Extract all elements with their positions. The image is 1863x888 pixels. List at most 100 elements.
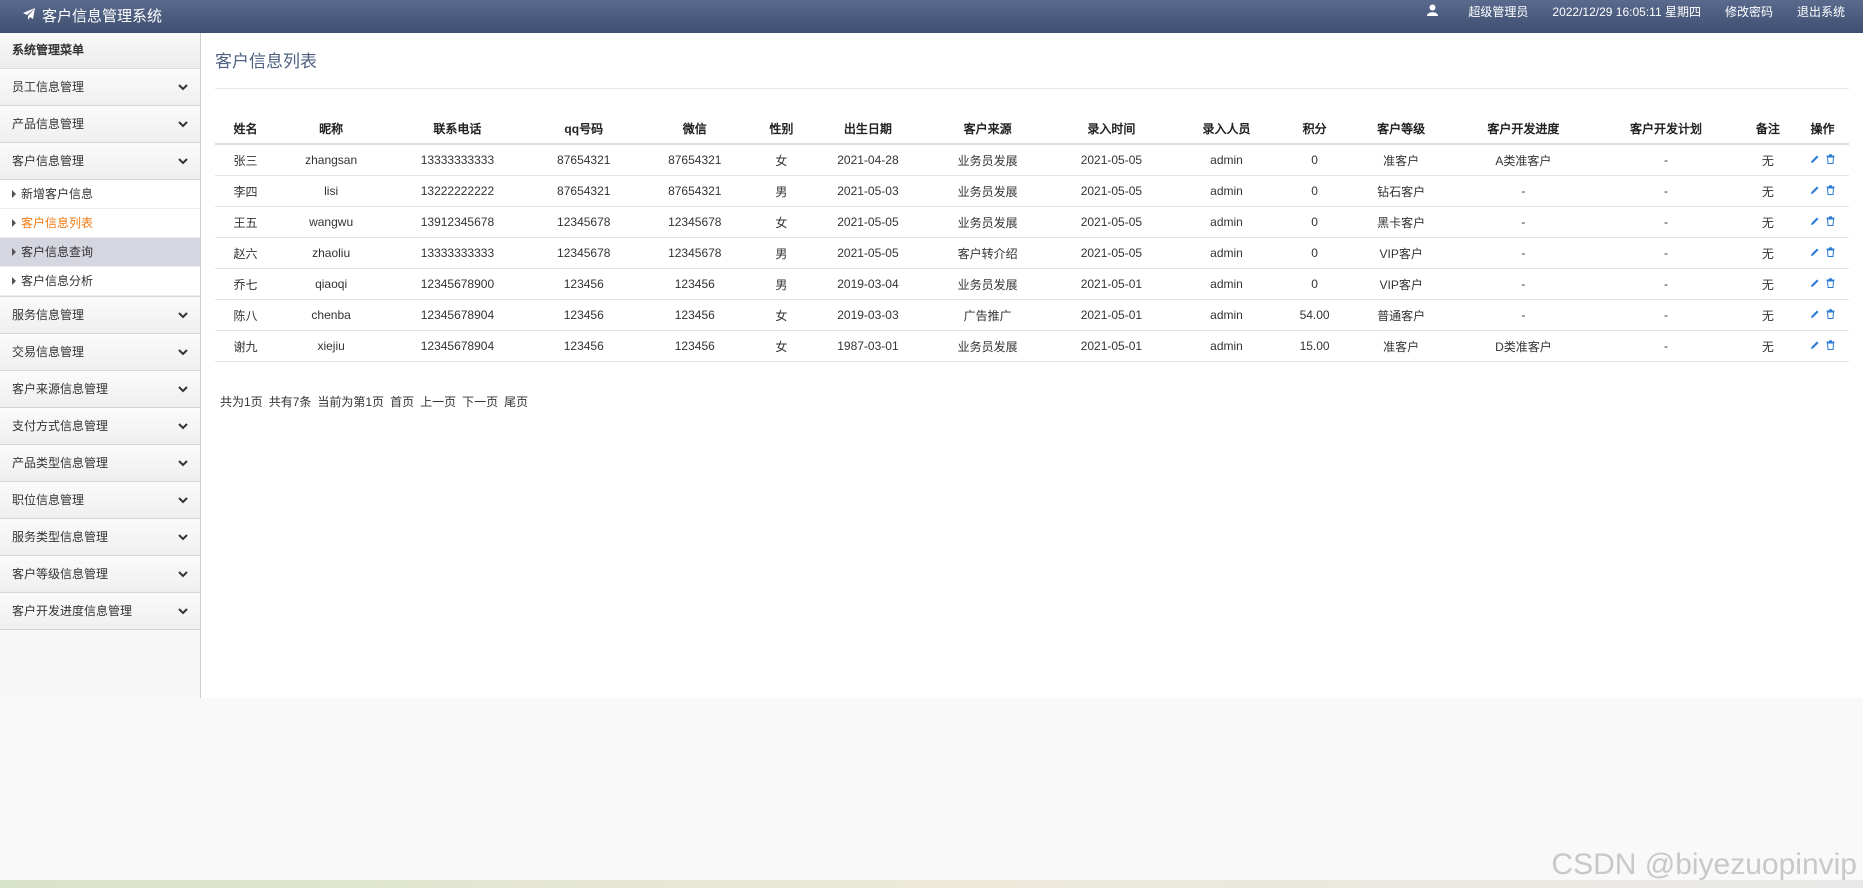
pencil-icon[interactable] (1810, 153, 1820, 167)
table-cell: 12345678904 (386, 330, 529, 362)
table-cell: - (1454, 175, 1593, 207)
submenu-customer-query[interactable]: 客户信息查询 (0, 238, 200, 267)
pager-first-link[interactable]: 首页 (390, 393, 414, 410)
current-datetime: 2022/12/29 16:05:11 星期四 (1552, 5, 1701, 19)
pager-next-link[interactable]: 下一页 (462, 393, 498, 410)
submenu-customer-analysis[interactable]: 客户信息分析 (0, 267, 200, 296)
table-cell: admin (1171, 144, 1282, 176)
caret-right-icon (12, 190, 16, 198)
table-cell: chenba (276, 299, 387, 331)
table-cell: zhaoliu (276, 237, 387, 269)
trash-icon[interactable] (1826, 153, 1835, 167)
chevron-down-icon (178, 69, 188, 105)
pencil-icon[interactable] (1810, 184, 1820, 198)
table-cell: admin (1171, 268, 1282, 300)
app-brand: 客户信息管理系统 (22, 0, 162, 33)
menu-product[interactable]: 产品信息管理 (0, 106, 200, 143)
pencil-icon[interactable] (1810, 246, 1820, 260)
table-cell: admin (1171, 237, 1282, 269)
menu-product-type[interactable]: 产品类型信息管理 (0, 445, 200, 482)
column-header: 性别 (750, 113, 812, 145)
table-cell: 2021-05-01 (1051, 268, 1172, 300)
submenu-customer-list[interactable]: 客户信息列表 (0, 209, 200, 238)
table-cell: 业务员发展 (923, 268, 1052, 300)
submenu-add-customer[interactable]: 新增客户信息 (0, 180, 200, 209)
table-cell: admin (1171, 299, 1282, 331)
table-header-row: 姓名 昵称 联系电话 qq号码 微信 性别 出生日期 客户来源 录入时间 录入人员 积分 客户等级 客户… (215, 113, 1849, 145)
trash-icon[interactable] (1826, 339, 1835, 353)
column-header: 录入时间 (1051, 113, 1172, 145)
table-cell: 13333333333 (386, 237, 529, 269)
table-cell: - (1454, 299, 1593, 331)
table-cell-actions (1795, 144, 1849, 176)
trash-icon[interactable] (1826, 246, 1835, 260)
column-header: 客户开发计划 (1592, 113, 1740, 145)
table-row: 李四 lisi 13222222222 87654321 87654321 男 2021-0… (215, 175, 1849, 207)
table-cell: - (1592, 206, 1740, 238)
menu-label: 客户开发进度信息管理 (12, 604, 133, 618)
app-title: 客户信息管理系统 (42, 7, 163, 25)
paper-plane-icon (22, 5, 42, 29)
menu-customer[interactable]: 客户信息管理 (0, 143, 200, 180)
table-cell: 12345678 (638, 237, 751, 269)
table-cell: 乔七 (215, 268, 277, 300)
table-row: 张三 zhangsan 13333333333 87654321 87654321 女 20… (215, 144, 1849, 176)
column-header: 积分 (1281, 113, 1348, 145)
menu-customer-source[interactable]: 客户来源信息管理 (0, 371, 200, 408)
pencil-icon[interactable] (1810, 277, 1820, 291)
pencil-icon[interactable] (1810, 215, 1820, 229)
pencil-icon[interactable] (1810, 339, 1820, 353)
table-cell: 广告推广 (923, 299, 1052, 331)
menu-service-type[interactable]: 服务类型信息管理 (0, 519, 200, 556)
trash-icon[interactable] (1826, 308, 1835, 322)
customer-submenu: 新增客户信息 客户信息列表 客户信息查询 客户信息分析 (0, 180, 200, 297)
trash-icon[interactable] (1826, 277, 1835, 291)
table-cell: 87654321 (528, 175, 639, 207)
table-cell: 业务员发展 (923, 144, 1052, 176)
table-cell-actions (1795, 175, 1849, 207)
watermark: CSDN @biyezuopinvip (1551, 848, 1857, 881)
table-cell: 0 (1281, 144, 1348, 176)
table-cell-actions (1795, 330, 1849, 362)
table-cell: D类准客户 (1454, 330, 1593, 362)
logout-link[interactable]: 退出系统 (1797, 0, 1845, 24)
table-cell: 2021-05-05 (1051, 144, 1172, 176)
column-header: 客户开发进度 (1454, 113, 1593, 145)
table-cell: - (1454, 268, 1593, 300)
table-cell: 李四 (215, 175, 277, 207)
menu-position[interactable]: 职位信息管理 (0, 482, 200, 519)
table-cell: 123456 (638, 330, 751, 362)
pencil-icon[interactable] (1810, 308, 1820, 322)
pager-last-link[interactable]: 尾页 (504, 393, 528, 410)
table-cell: 123456 (638, 268, 751, 300)
chevron-down-icon (178, 519, 188, 555)
menu-transaction[interactable]: 交易信息管理 (0, 334, 200, 371)
menu-service[interactable]: 服务信息管理 (0, 297, 200, 334)
table-cell: 业务员发展 (923, 175, 1052, 207)
menu-payment-method[interactable]: 支付方式信息管理 (0, 408, 200, 445)
table-cell: zhangsan (276, 144, 387, 176)
table-cell: 123456 (528, 299, 639, 331)
menu-employee[interactable]: 员工信息管理 (0, 69, 200, 106)
table-cell: 女 (750, 206, 812, 238)
table-cell: 女 (750, 330, 812, 362)
chevron-down-icon (178, 106, 188, 142)
menu-customer-level[interactable]: 客户等级信息管理 (0, 556, 200, 593)
menu-dev-progress[interactable]: 客户开发进度信息管理 (0, 593, 200, 630)
table-cell: 0 (1281, 237, 1348, 269)
submenu-label: 客户信息列表 (21, 216, 94, 230)
table-cell: 普通客户 (1347, 299, 1455, 331)
pager-prev-link[interactable]: 上一页 (420, 393, 456, 410)
sidebar: 系统管理菜单 员工信息管理 产品信息管理 客户信息管理 新增客户信息 客户信息列… (0, 33, 201, 698)
table-cell: 1987-03-01 (811, 330, 924, 362)
trash-icon[interactable] (1826, 184, 1835, 198)
table-cell: 87654321 (638, 144, 751, 176)
table-cell: 女 (750, 144, 812, 176)
change-password-link[interactable]: 修改密码 (1725, 0, 1773, 24)
trash-icon[interactable] (1826, 215, 1835, 229)
column-header: 联系电话 (386, 113, 529, 145)
pagination: 共为1页 共有7条 当前为第1页 首页 上一页 下一页 尾页 (220, 393, 528, 410)
table-row: 乔七 qiaoqi 12345678900 123456 123456 男 2019-03-… (215, 268, 1849, 300)
pager-current: 当前为第1页 (317, 395, 385, 409)
column-header: 备注 (1739, 113, 1796, 145)
